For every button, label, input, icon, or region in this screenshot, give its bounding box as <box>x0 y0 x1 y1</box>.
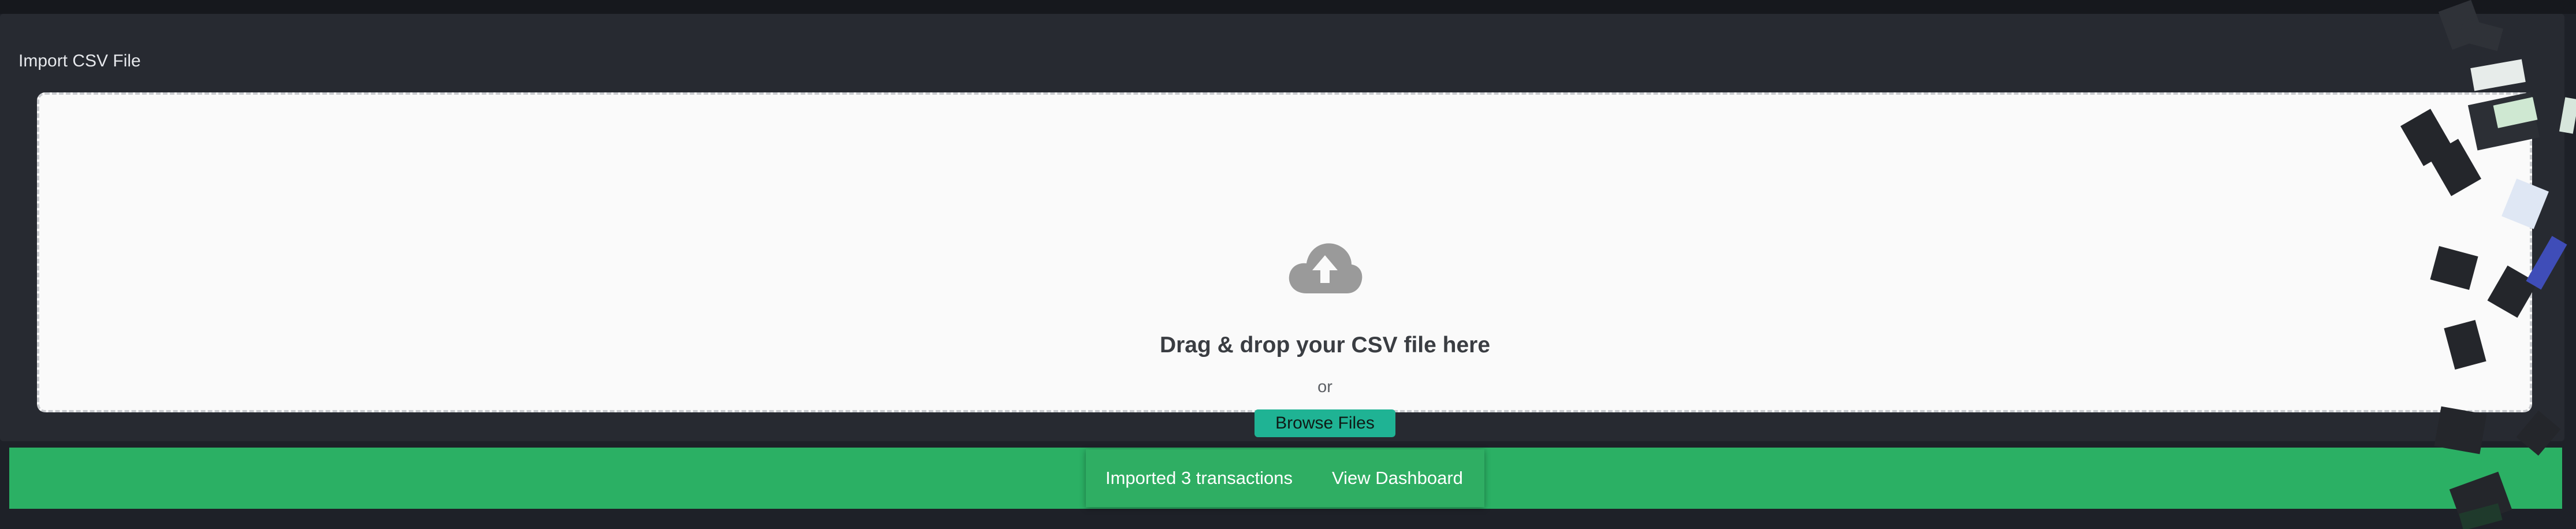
dropzone-or-text: or <box>1317 378 1332 396</box>
csv-dropzone[interactable]: Drag & drop your CSV file here or Browse… <box>37 92 2532 437</box>
panel-title: Import CSV File <box>18 51 141 70</box>
import-panel: Import CSV File Drag & drop your CSV fil… <box>0 14 2564 441</box>
dropzone-heading: Drag & drop your CSV file here <box>1159 333 1491 357</box>
cloud-upload-icon <box>1289 243 1363 293</box>
browse-files-button[interactable]: Browse Files <box>1255 409 1395 437</box>
import-toast: Imported 3 transactions View Dashboard <box>1086 449 1484 507</box>
app-window: Import CSV File Drag & drop your CSV fil… <box>0 0 2576 529</box>
toast-message: Imported 3 transactions <box>1105 468 1293 488</box>
top-bar <box>0 0 2576 14</box>
view-dashboard-link[interactable]: View Dashboard <box>1332 468 1463 489</box>
